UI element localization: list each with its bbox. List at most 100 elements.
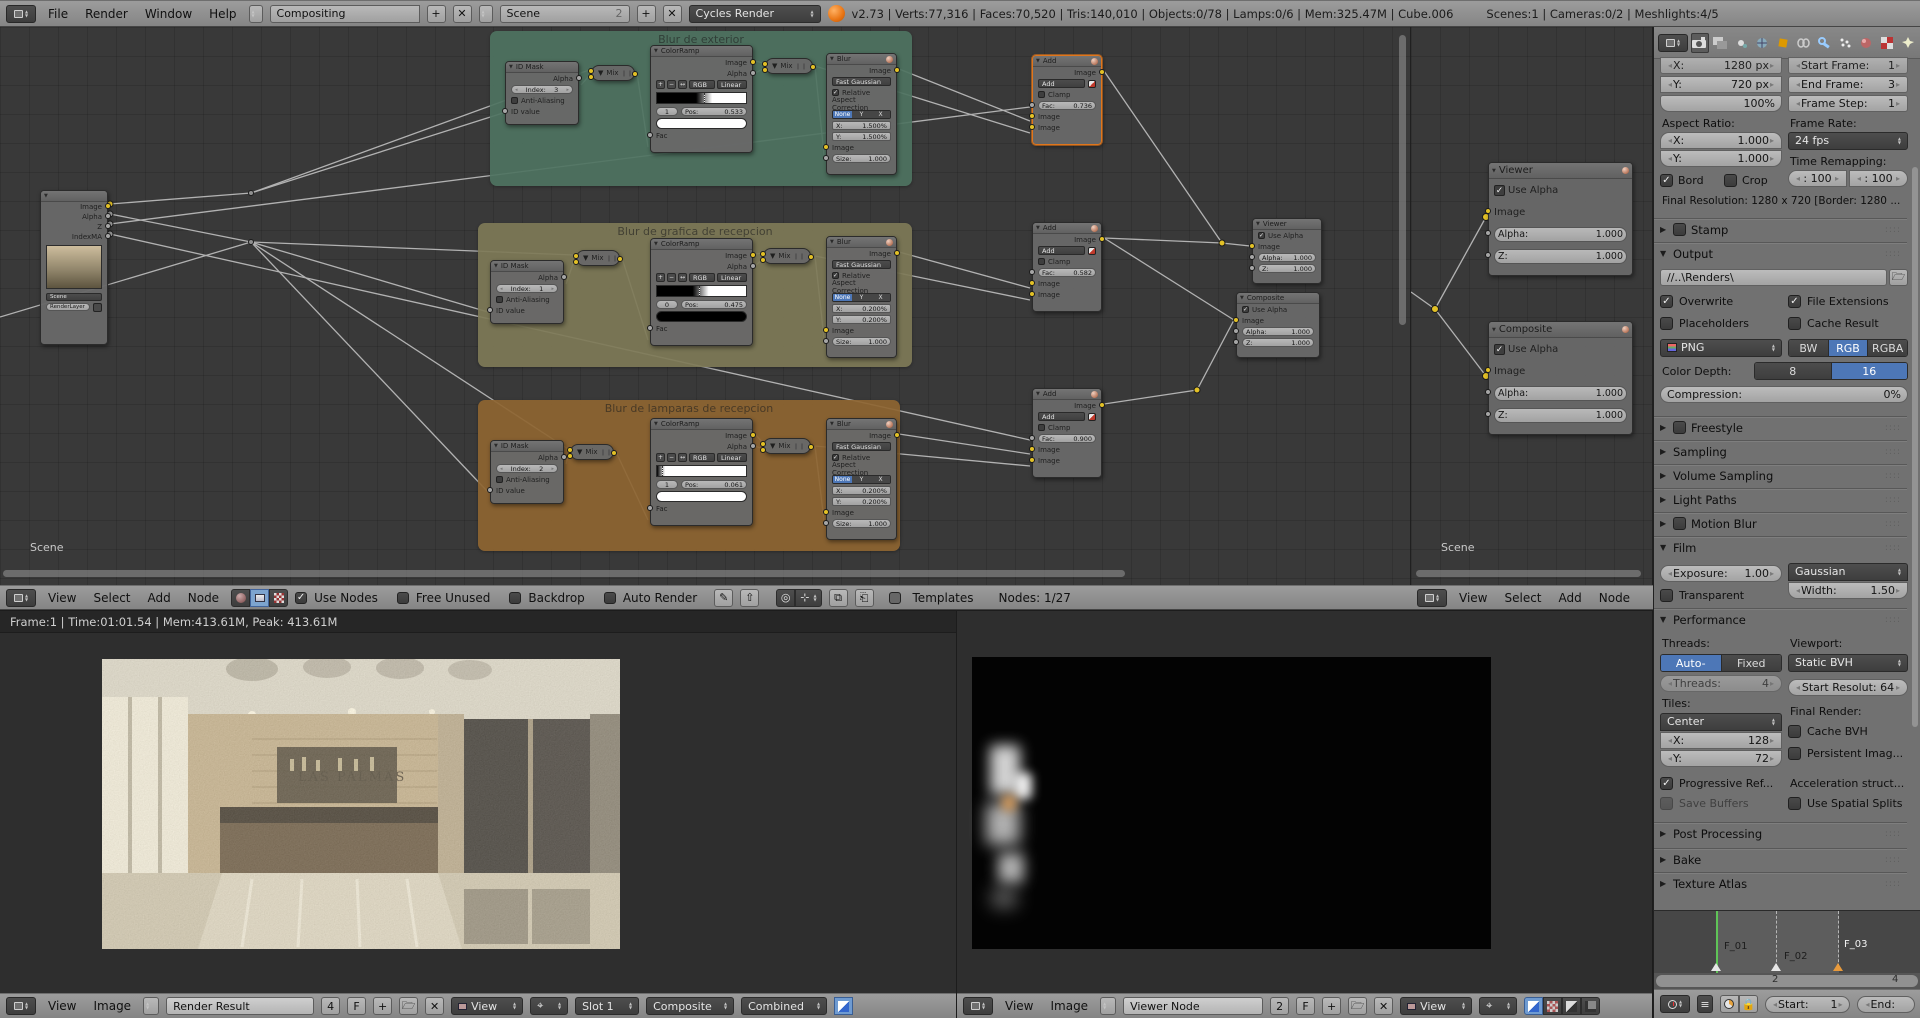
z-field[interactable]: Z:1.000 xyxy=(1494,408,1627,423)
threads-count-field[interactable]: ◂Threads:4▸ xyxy=(1660,675,1782,692)
aspect-xbtn[interactable]: X xyxy=(871,476,890,483)
panel-film[interactable]: ▼Film:::: xyxy=(1654,537,1907,557)
marker-label[interactable]: F_02 xyxy=(1784,951,1807,962)
node-socket[interactable] xyxy=(1485,411,1491,417)
filter-type-selector[interactable]: Gaussian▲▼ xyxy=(1788,563,1908,580)
marker-label[interactable]: F_01 xyxy=(1724,941,1747,952)
panel-sampling[interactable]: ▶Sampling:::: xyxy=(1654,441,1907,461)
clamp-checkbox[interactable] xyxy=(1038,424,1045,431)
free-unused-checkbox[interactable] xyxy=(397,592,409,604)
node-add[interactable]: ▼AddImageAddClampFac:0.736ImageImage xyxy=(1032,55,1102,145)
resolution-y-field[interactable]: ◂Y:720 px▸ xyxy=(1660,76,1782,93)
render-button[interactable] xyxy=(93,303,102,312)
menus-icon[interactable]: ≡ xyxy=(1697,995,1713,1013)
output-path-field[interactable]: //..\Renders\ 🗁 xyxy=(1660,269,1908,286)
aspect-x-field[interactable]: ◂X:1.000▸ xyxy=(1660,132,1782,149)
node-socket[interactable] xyxy=(750,252,756,258)
color-mode-dropdown[interactable]: RGB xyxy=(689,80,715,89)
z-field[interactable]: Z:1.000 xyxy=(1494,249,1627,264)
node-socket[interactable] xyxy=(502,108,508,114)
pivot-selector[interactable]: ⌖▲▼ xyxy=(530,997,568,1015)
node-header[interactable]: ▼ColorRamp xyxy=(651,239,752,250)
tab-constraints[interactable] xyxy=(1795,33,1813,53)
node-socket[interactable] xyxy=(105,213,111,219)
image-open-button[interactable]: 🗁 xyxy=(399,997,418,1015)
editor-type-button[interactable]: ▲▼ xyxy=(1417,589,1447,607)
node-socket[interactable] xyxy=(823,509,829,515)
depth-8-button[interactable]: 8 xyxy=(1755,363,1832,379)
rgba-button[interactable]: RGBA xyxy=(1868,340,1907,356)
aspect-ybtn[interactable]: Y xyxy=(852,476,871,483)
image-users-count[interactable]: 2 xyxy=(1270,997,1289,1015)
scene-add-button[interactable]: + xyxy=(637,5,656,23)
node-blur[interactable]: ▼BlurImageFast Gaussian✓RelativeAspect C… xyxy=(826,418,897,540)
node-socket[interactable] xyxy=(487,307,493,313)
exposure-field[interactable]: ◂Exposure:1.00▸ xyxy=(1660,565,1782,582)
cache-result-checkbox-row[interactable]: Cache Result xyxy=(1788,315,1912,332)
fake-user-button[interactable]: F xyxy=(347,997,366,1015)
scene-delete-button[interactable]: ✕ xyxy=(663,5,682,23)
display-channels-icon[interactable] xyxy=(834,997,853,1015)
node-socket[interactable] xyxy=(762,67,768,73)
ramp-index-field[interactable]: 1 xyxy=(656,480,678,489)
z-field[interactable]: Z:1.000 xyxy=(1258,264,1316,273)
node-socket[interactable] xyxy=(1029,446,1035,452)
node-blur[interactable]: ▼BlurImageFast Gaussian✓RelativeAspect C… xyxy=(826,53,897,175)
frame-step-field[interactable]: ◂Frame Step:1▸ xyxy=(1788,95,1908,112)
node-socket[interactable] xyxy=(1029,435,1035,441)
color-mode-dropdown[interactable]: RGB xyxy=(689,273,715,282)
blend-mode-dropdown[interactable]: Add xyxy=(1038,246,1085,255)
node-add[interactable]: ▼AddImageAddClampFac:0.900ImageImage xyxy=(1032,388,1102,478)
screen-layout-selector[interactable]: Compositing xyxy=(270,5,420,23)
image-new-button[interactable]: + xyxy=(373,997,392,1015)
node-socket[interactable] xyxy=(1029,280,1035,286)
end-frame-field[interactable]: ◂End: xyxy=(1857,996,1915,1013)
scene-icon[interactable]: ▲▼ xyxy=(479,5,493,23)
panel-texture-atlas[interactable]: ▶Texture Atlas:::: xyxy=(1654,873,1907,893)
node-socket[interactable] xyxy=(1233,339,1239,345)
node-header[interactable]: ▼ xyxy=(41,191,107,202)
transparent-checkbox-row[interactable]: Transparent xyxy=(1660,587,1782,604)
start-frame-field[interactable]: ◂Start:1▸ xyxy=(1765,996,1850,1013)
node-socket[interactable] xyxy=(611,450,617,456)
size-field[interactable]: Size:1.000 xyxy=(832,519,891,528)
tile-y-field[interactable]: ◂Y:72▸ xyxy=(1660,750,1782,767)
render-layer-selector[interactable]: RenderLayer xyxy=(46,303,90,311)
timeline-editor[interactable]: F_01 F_02 F_03 2 4 ▲▼ ≡ 🔒 ◂Start:1▸ ◂End… xyxy=(1653,910,1920,1018)
border-checkbox-row[interactable]: ✓Bord xyxy=(1660,172,1720,189)
editor-type-button[interactable]: ▲▼ xyxy=(1660,995,1690,1013)
alpha-field[interactable]: Alpha:1.000 xyxy=(1494,386,1627,401)
tab-texture[interactable] xyxy=(1878,33,1896,53)
v-scrollbar[interactable] xyxy=(1399,35,1406,325)
timeline-ruler[interactable]: 2 4 xyxy=(1654,973,1920,989)
node-socket[interactable] xyxy=(588,74,594,80)
editor-type-button[interactable]: ▲▼ xyxy=(6,589,36,607)
node-socket[interactable] xyxy=(1485,208,1491,214)
render-engine-selector[interactable]: Cycles Render▲▼ xyxy=(689,5,821,23)
node-socket[interactable] xyxy=(105,203,111,209)
ramp-tool-button[interactable]: − xyxy=(667,273,676,282)
node-socket[interactable] xyxy=(750,443,756,449)
menu-add[interactable]: Add xyxy=(143,591,176,605)
panel-volume-sampling[interactable]: ▶Volume Sampling:::: xyxy=(1654,465,1907,485)
node-header[interactable]: ▼Blur xyxy=(827,54,896,65)
use-alpha-checkbox[interactable]: ✓ xyxy=(1494,344,1505,355)
blur-y-field[interactable]: Y:0.200% xyxy=(832,497,891,506)
resolution-percentage-slider[interactable]: 100% xyxy=(1660,95,1782,112)
blur-y-field[interactable]: Y:1.500% xyxy=(832,132,891,141)
depth-16-button[interactable]: 16 xyxy=(1832,363,1908,379)
editor-type-button[interactable]: ▲▼ xyxy=(6,5,36,23)
node-header[interactable]: ▼ID Mask xyxy=(491,261,563,272)
ramp-tool-button[interactable]: + xyxy=(656,453,665,462)
blur-y-field[interactable]: Y:0.200% xyxy=(832,315,891,324)
layer-selector[interactable]: Composite▲▼ xyxy=(646,997,734,1015)
menu-help[interactable]: Help xyxy=(204,7,241,21)
image-icon[interactable]: ▲▼ xyxy=(1100,997,1116,1015)
h-scrollbar[interactable] xyxy=(3,570,1125,577)
node-idmask[interactable]: ▼ID MaskAlpha◂Index:1▸Anti-AliasingID va… xyxy=(490,260,564,324)
start-resolution-field[interactable]: ◂Start Resolut: 64▸ xyxy=(1788,679,1908,696)
filter-width-field[interactable]: ◂Width:1.50▸ xyxy=(1788,582,1908,599)
blur-type-dropdown[interactable]: Fast Gaussian xyxy=(832,260,891,269)
slot-selector[interactable]: Slot 1▲▼ xyxy=(575,997,639,1015)
menu-image[interactable]: Image xyxy=(1045,999,1093,1013)
